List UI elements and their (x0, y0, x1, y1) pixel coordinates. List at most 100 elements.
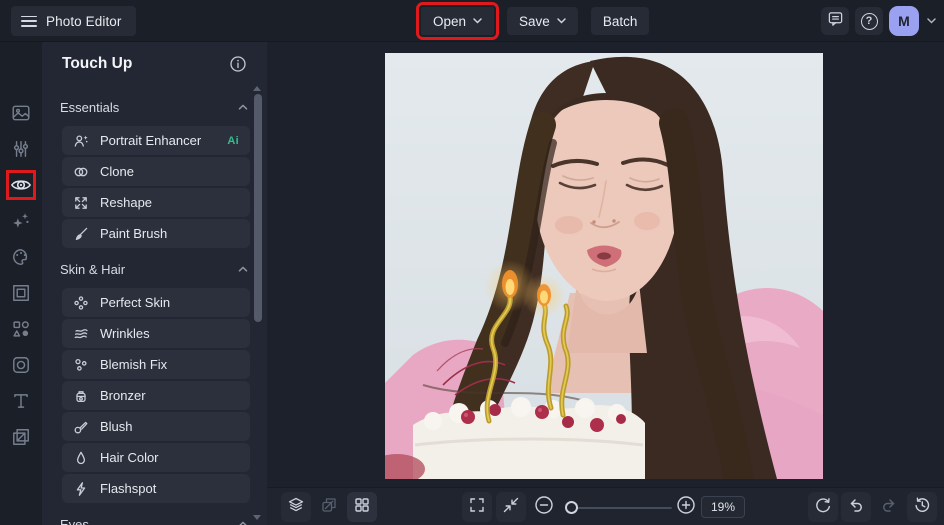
bronzer-icon (73, 388, 89, 404)
save-label: Save (519, 13, 550, 29)
zoom-out-button[interactable] (529, 492, 559, 522)
haircolor-icon (73, 450, 89, 466)
photo-birthday-portrait (385, 53, 823, 479)
tool-list: Essentials Portrait Enhancer Ai Clone Reshap… (42, 86, 267, 525)
section-header-skin-hair[interactable]: Skin & Hair (60, 254, 249, 284)
help-icon: ? (860, 12, 878, 30)
zoom-in-button[interactable] (671, 492, 701, 522)
tool-item-wrinkles[interactable]: Wrinkles (62, 319, 250, 348)
frame-icon (11, 283, 31, 303)
edit-image-button[interactable] (314, 492, 344, 522)
tool-label: Reshape (100, 195, 153, 210)
tool-item-flashspot[interactable]: Flashspot (62, 474, 250, 503)
info-icon[interactable] (229, 55, 247, 78)
account-menu-chevron[interactable] (925, 16, 938, 26)
section-label: Eyes (60, 516, 89, 525)
undo-button[interactable] (841, 492, 871, 522)
tool-label: Hair Color (100, 450, 159, 465)
tool-label: Wrinkles (100, 326, 150, 341)
open-label: Open (433, 13, 467, 29)
fit-screen-icon (502, 496, 520, 519)
blemish-icon (73, 357, 89, 373)
scrollbar-up-arrow[interactable] (253, 86, 261, 91)
text-icon (11, 391, 31, 411)
transform-icon (320, 496, 338, 519)
layers-icon (287, 496, 305, 519)
rail-item-frames[interactable] (9, 281, 33, 305)
rail-item-photo-manager[interactable] (9, 101, 33, 125)
rail-item-overlays[interactable] (9, 353, 33, 377)
rail-item-graphics[interactable] (9, 317, 33, 341)
rail-item-effects[interactable] (9, 209, 33, 233)
section-header-eyes[interactable]: Eyes (60, 509, 249, 525)
paintbrush-icon (73, 226, 89, 242)
tool-item-reshape[interactable]: Reshape (62, 188, 250, 217)
section-label: Essentials (60, 99, 120, 115)
zoom-in-icon (676, 495, 696, 520)
tool-item-paint-brush[interactable]: Paint Brush (62, 219, 250, 248)
rail-item-artsy[interactable] (9, 245, 33, 269)
zoom-level-value[interactable]: 19% (701, 496, 745, 518)
editor-canvas[interactable] (267, 42, 944, 487)
comment-icon (827, 10, 844, 32)
tool-label: Perfect Skin (100, 295, 171, 310)
chevron-up-icon (237, 103, 249, 111)
section-header-essentials[interactable]: Essentials (60, 92, 249, 122)
reset-icon (814, 496, 832, 519)
zoom-slider-knob[interactable] (565, 500, 578, 514)
history-icon (913, 496, 931, 519)
zoom-slider[interactable] (565, 500, 672, 514)
save-button[interactable]: Save (507, 7, 578, 35)
chevron-up-icon (237, 265, 249, 273)
tool-label: Clone (100, 164, 134, 179)
tool-item-clone[interactable]: Clone (62, 157, 250, 186)
section-label: Skin & Hair (60, 261, 126, 277)
adjust-icon (11, 139, 31, 159)
avatar-initial: M (898, 13, 910, 29)
tool-item-perfect-skin[interactable]: Perfect Skin (62, 288, 250, 317)
tool-item-hair-color[interactable]: Hair Color (62, 443, 250, 472)
history-button[interactable] (907, 492, 937, 522)
chevron-down-icon (473, 18, 482, 24)
undo-icon (847, 496, 865, 519)
reshape-icon (73, 195, 89, 211)
fit-screen-button[interactable] (496, 492, 526, 522)
sparkles-icon (11, 211, 31, 231)
tool-item-bronzer[interactable]: Bronzer (62, 381, 250, 410)
reset-button[interactable] (808, 492, 838, 522)
scrollbar-thumb[interactable] (254, 94, 262, 322)
rail-item-text[interactable] (9, 389, 33, 413)
photo-image[interactable] (385, 53, 823, 479)
top-bar: Photo Editor Open Save Batch ? M (0, 0, 944, 42)
panel-header: Touch Up (42, 42, 267, 86)
grid-view-button[interactable] (347, 492, 377, 522)
rail-item-touch-up[interactable] (9, 173, 33, 197)
file-actions: Open Save Batch (415, 2, 650, 40)
rail-item-edit-adjust[interactable] (9, 137, 33, 161)
open-button[interactable]: Open (415, 2, 500, 40)
tool-item-blemish-fix[interactable]: Blemish Fix (62, 350, 250, 379)
wrinkles-icon (73, 326, 89, 342)
app-title: Photo Editor (46, 13, 122, 29)
grid-icon (353, 496, 371, 519)
tool-item-blush[interactable]: Blush (62, 412, 250, 441)
tool-item-portrait-enhancer[interactable]: Portrait Enhancer Ai (62, 126, 250, 155)
overlay-icon (11, 355, 31, 375)
flashspot-icon (73, 481, 89, 497)
fullscreen-button[interactable] (462, 492, 492, 522)
batch-label: Batch (602, 13, 638, 29)
main-menu-button[interactable]: Photo Editor (11, 6, 136, 36)
layers-button[interactable] (281, 492, 311, 522)
avatar[interactable]: M (889, 6, 919, 36)
shapes-icon (11, 319, 31, 339)
rail-item-textures[interactable] (9, 425, 33, 449)
tool-rail (0, 42, 42, 525)
ai-badge: Ai (227, 134, 239, 147)
batch-button[interactable]: Batch (590, 7, 650, 35)
feedback-button[interactable] (821, 7, 849, 35)
scrollbar-down-arrow[interactable] (253, 515, 261, 520)
redo-button[interactable] (874, 492, 904, 522)
perfectskin-icon (73, 295, 89, 311)
help-button[interactable]: ? (855, 7, 883, 35)
photo-editor-app: Photo Editor Open Save Batch ? M Touch U… (0, 0, 944, 525)
